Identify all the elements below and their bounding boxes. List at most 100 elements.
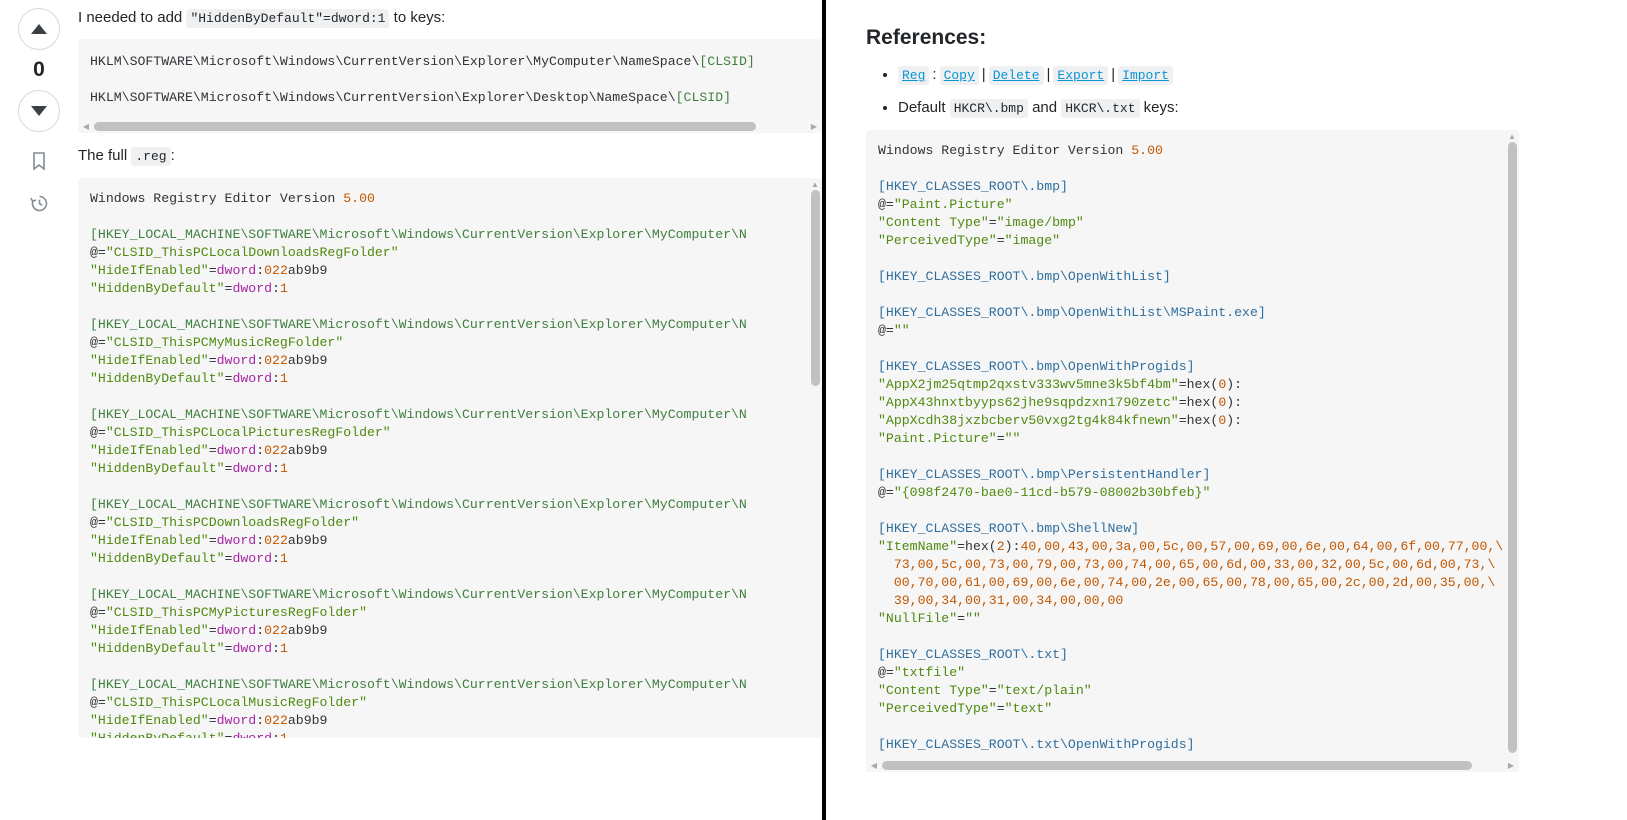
vscroll-thumb[interactable] [810, 189, 820, 387]
code-token: : [272, 550, 280, 566]
list-item-default-keys: Default HKCR\.bmp and HKCR\.txt keys: [898, 97, 1627, 119]
code-token: "{098f2470-bae0-11cd-b579-08002b30bfeb}" [893, 485, 1211, 501]
code-token: [HKEY_CLASSES_ROOT\.txt] [878, 647, 1068, 663]
answer-content: I needed to add "HiddenByDefault"=dword:… [78, 0, 822, 820]
code-token: "HideIfEnabled" [90, 712, 209, 728]
code-token: @= [878, 197, 894, 213]
code-token: 022 [264, 262, 288, 278]
code-token: "HideIfEnabled" [90, 442, 209, 458]
history-button[interactable] [29, 195, 49, 216]
keys-code-block[interactable]: HKLM\SOFTWARE\Microsoft\Windows\CurrentV… [78, 39, 822, 134]
code-token: "HiddenByDefault" [90, 731, 225, 738]
bookmark-button[interactable] [29, 152, 49, 176]
code-token: : [272, 280, 280, 296]
pipe-separator-1: | [981, 66, 986, 83]
downvote-button[interactable] [18, 90, 60, 132]
code-token: dword [216, 712, 257, 728]
default-prefix-text: Default [898, 99, 950, 117]
scroll-up-arrow-icon[interactable]: ▲ [1507, 131, 1518, 142]
code-token: @= [878, 485, 894, 501]
link-reg[interactable]: Reg [898, 66, 930, 85]
code-token: : [256, 622, 265, 638]
scroll-left-arrow-icon[interactable]: ◀ [868, 759, 880, 771]
code-token: [HKEY_CLASSES_ROOT\.bmp\OpenWithList] [878, 269, 1171, 285]
hscroll-track[interactable] [882, 760, 1503, 770]
scroll-left-arrow-icon[interactable]: ◀ [80, 120, 92, 132]
code-token: =hex( [1178, 413, 1219, 429]
vscroll-thumb[interactable] [1507, 142, 1517, 753]
code-token: [HKEY_LOCAL_MACHINE\SOFTWARE\Microsoft\W… [90, 586, 747, 602]
list-item-reg-links: Reg:Copy|Delete|Export|Import [898, 64, 1627, 85]
code-token: "PerceivedType" [878, 701, 997, 717]
code-token: "HiddenByDefault" [90, 640, 225, 656]
code-token: "Paint.Picture" [878, 431, 997, 447]
full-reg-vertical-scrollbar[interactable]: ▲ [809, 179, 821, 737]
code-token: "" [965, 611, 981, 627]
references-title: References: [866, 26, 987, 49]
code-token: 1 [279, 550, 288, 566]
hscroll-thumb[interactable] [882, 760, 1472, 770]
link-import[interactable]: Import [1118, 66, 1173, 85]
code-token: dword [216, 622, 257, 638]
code-token: ab9b9 [287, 262, 328, 278]
code-token: [HKEY_CLASSES_ROOT\.bmp\OpenWithProgids] [878, 359, 1195, 375]
code-token: "image" [1004, 233, 1061, 249]
code-token: = [957, 611, 966, 627]
scroll-right-arrow-icon[interactable]: ▶ [808, 120, 820, 132]
code-token: "PerceivedType" [878, 233, 997, 249]
code-token: @= [878, 323, 894, 339]
link-delete[interactable]: Delete [988, 66, 1044, 85]
hkcr-horizontal-scrollbar[interactable]: ◀ ▶ [866, 758, 1519, 773]
code-token: 2 [996, 539, 1005, 555]
hkcr-vertical-scrollbar[interactable]: ▲ [1506, 131, 1518, 771]
code-token: [HKEY_CLASSES_ROOT\.bmp\OpenWithList\MSP… [878, 305, 1266, 321]
full-reg-code-block[interactable]: Windows Registry Editor Version 5.00 [HK… [78, 177, 822, 738]
hscroll-track[interactable] [94, 121, 806, 131]
vote-score: 0 [33, 58, 45, 81]
code-token: =hex( [957, 539, 997, 555]
references-list: Reg:Copy|Delete|Export|Import Default HK… [866, 64, 1627, 119]
hkcr-code-block[interactable]: Windows Registry Editor Version 5.00 [HK… [866, 130, 1519, 773]
code-token: dword [232, 640, 273, 656]
scroll-up-arrow-icon[interactable]: ▲ [810, 179, 821, 190]
full-reg-code-text: Windows Registry Editor Version 5.00 [HK… [78, 178, 822, 738]
code-token: dword [232, 280, 273, 296]
code-token: ): [1226, 413, 1243, 429]
link-copy[interactable]: Copy [939, 66, 979, 85]
pipe-separator-3: | [1111, 66, 1116, 83]
code-token: 40,00,43,00,3a,00,5c,00,57,00,69,00,6e,0… [1020, 539, 1504, 555]
code-token: : [272, 460, 280, 476]
bookmark-icon [31, 152, 47, 176]
hscroll-thumb[interactable] [94, 121, 757, 131]
intro-prefix-text: I needed to add [78, 9, 187, 26]
default-suffix-text: keys: [1139, 99, 1179, 117]
code-token: "HiddenByDefault" [90, 460, 225, 476]
code-token: : [256, 262, 265, 278]
code-token: "text/plain" [996, 683, 1092, 699]
code-token: [HKEY_CLASSES_ROOT\.bmp\PersistentHandle… [878, 467, 1211, 483]
full-reg-paragraph: The full .reg: [78, 133, 822, 167]
code-token: 5.00 [343, 190, 375, 206]
code-token: "HiddenByDefault" [90, 280, 225, 296]
hkcr-bmp-inline-code: HKCR\.bmp [949, 99, 1028, 119]
code-token: "CLSID_ThisPCDownloadsRegFolder" [105, 514, 360, 530]
code-token: "CLSID_ThisPCLocalDownloadsRegFolder" [105, 244, 399, 260]
code-token: : [256, 442, 265, 458]
scroll-right-arrow-icon[interactable]: ▶ [1505, 759, 1517, 771]
full-prefix-text: The full [78, 147, 132, 165]
code-token: "text" [1004, 701, 1053, 717]
upvote-button[interactable] [18, 8, 60, 50]
code-token: = [996, 233, 1005, 249]
code-token: = [208, 352, 217, 368]
keys-horizontal-scrollbar[interactable]: ◀ ▶ [78, 119, 822, 134]
code-token: [HKEY_LOCAL_MACHINE\SOFTWARE\Microsoft\W… [90, 496, 747, 512]
intro-inline-code: "HiddenByDefault"=dword:1 [186, 9, 390, 28]
code-token: "" [893, 323, 910, 339]
vscroll-track[interactable] [810, 189, 820, 737]
link-export[interactable]: Export [1053, 66, 1109, 85]
code-token: Windows Registry Editor Version [90, 190, 344, 206]
code-token: 1 [279, 280, 288, 296]
vscroll-track[interactable] [1507, 142, 1517, 771]
intro-paragraph: I needed to add "HiddenByDefault"=dword:… [78, 0, 822, 28]
code-token: ): [1226, 377, 1243, 393]
